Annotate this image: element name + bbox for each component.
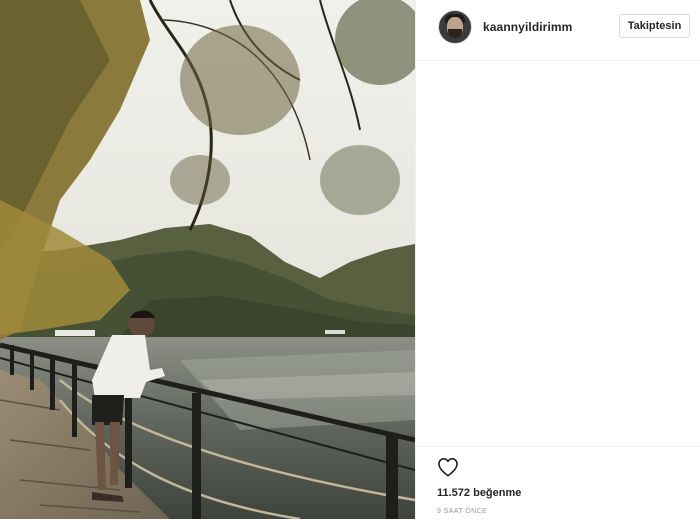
like-count[interactable]: 11.572 beğenme [437, 487, 521, 499]
avatar[interactable] [438, 10, 472, 44]
post-photo[interactable] [0, 0, 415, 519]
lakeside-photo [0, 0, 415, 519]
post-sidebar: kaannyildirimm Takiptesin 11.572 beğenme… [415, 0, 700, 519]
post-header: kaannyildirimm Takiptesin [416, 0, 700, 61]
avatar-beard [448, 29, 462, 38]
instagram-post: kaannyildirimm Takiptesin 11.572 beğenme… [0, 0, 700, 519]
comments-area [416, 61, 700, 446]
username-link[interactable]: kaannyildirimm [483, 20, 572, 34]
following-button[interactable]: Takiptesin [619, 14, 690, 38]
post-timestamp[interactable]: 9 SAAT ÖNCE [437, 508, 487, 515]
heart-icon[interactable] [437, 457, 459, 477]
post-actions: 11.572 beğenme 9 SAAT ÖNCE [416, 446, 700, 520]
